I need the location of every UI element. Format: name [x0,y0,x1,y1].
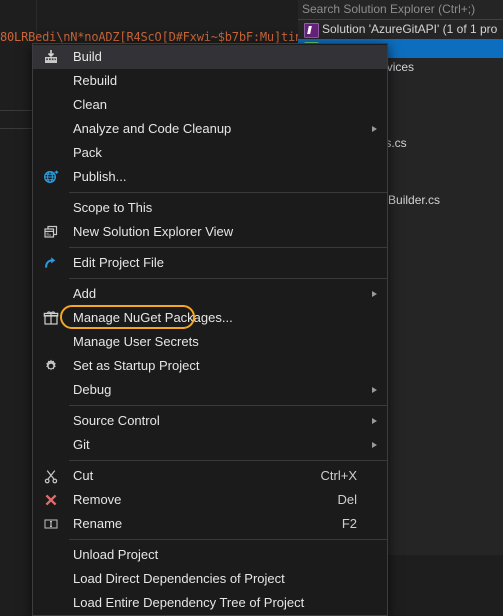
solution-icon [304,23,319,38]
submenu-chevron-right-icon [372,387,377,393]
menu-item-shortcut: Del [337,492,357,507]
menu-item-label: Load Direct Dependencies of Project [73,571,285,586]
menu-item-analyze-and-code-cleanup[interactable]: Analyze and Code Cleanup [33,117,387,141]
menu-item-build[interactable]: Build [33,45,387,69]
gear-icon [43,358,59,374]
menu-item-load-entire-dependency-tree-of-project[interactable]: Load Entire Dependency Tree of Project [33,591,387,615]
submenu-chevron-right-icon [372,442,377,448]
project-context-menu[interactable]: Build Rebuild Clean Analyze and Code Cleanu… [32,43,388,616]
menu-item-cut[interactable]: Cut Ctrl+X [33,464,387,488]
menu-separator [69,405,387,406]
menu-item-label: Manage User Secrets [73,334,199,349]
menu-item-label: Edit Project File [73,255,165,270]
menu-item-source-control[interactable]: Source Control [33,409,387,433]
menu-item-label: Clean [73,97,107,112]
menu-item-pack[interactable]: Pack [33,141,387,165]
menu-item-label: Debug [73,382,112,397]
menu-item-label: Build [73,49,102,64]
rename-icon [43,516,59,532]
solution-explorer-search[interactable]: Search Solution Explorer (Ctrl+;) [298,0,503,20]
editor-gutter-rule [0,128,36,129]
menu-separator [69,539,387,540]
menu-item-clean[interactable]: Clean [33,93,387,117]
menu-item-manage-nuget-packages[interactable]: Manage NuGet Packages... [33,306,387,330]
menu-item-scope-to-this[interactable]: Scope to This [33,196,387,220]
menu-item-label: Remove [73,492,122,507]
menu-item-git[interactable]: Git [33,433,387,457]
editor-gutter-rule [0,110,36,111]
tree-row-label: Solution 'AzureGitAPI' (1 of 1 pro [322,22,498,36]
menu-item-label: New Solution Explorer View [73,224,234,239]
menu-item-label: Unload Project [73,547,159,562]
build-icon [43,49,59,65]
tree-row-solution[interactable]: Solution 'AzureGitAPI' (1 of 1 pro [298,20,503,39]
menu-item-label: Analyze and Code Cleanup [73,121,232,136]
menu-separator [69,278,387,279]
menu-item-shortcut: Ctrl+X [320,468,357,483]
submenu-chevron-right-icon [372,418,377,424]
menu-separator [69,460,387,461]
menu-separator [69,192,387,193]
menu-item-label: Cut [73,468,94,483]
menu-item-remove[interactable]: Remove Del [33,488,387,512]
remove-x-icon [43,492,59,508]
new-window-icon [43,224,59,240]
scissors-icon [43,468,59,484]
nuget-package-icon [43,310,59,326]
menu-item-label: Scope to This [73,200,153,215]
menu-item-publish[interactable]: Publish... [33,165,387,189]
menu-item-label: Source Control [73,413,160,428]
menu-item-label: Manage NuGet Packages... [73,310,233,325]
menu-item-shortcut: F2 [341,516,357,531]
menu-item-label: Load Entire Dependency Tree of Project [73,595,305,610]
edit-project-arrow-icon [43,255,59,271]
menu-item-label: Pack [73,145,102,160]
menu-item-add[interactable]: Add [33,282,387,306]
menu-item-rename[interactable]: Rename F2 [33,512,387,536]
menu-item-label: Set as Startup Project [73,358,200,373]
menu-item-debug[interactable]: Debug [33,378,387,402]
menu-item-label: Rename [73,516,123,531]
menu-item-label: Git [73,437,90,452]
menu-item-load-direct-dependencies-of-project[interactable]: Load Direct Dependencies of Project [33,567,387,591]
menu-item-unload-project[interactable]: Unload Project [33,543,387,567]
publish-globe-icon [43,169,59,185]
menu-item-label: Rebuild [73,73,118,88]
menu-separator [69,247,387,248]
editor-code-line: 80LRBedi\nN*noADZ[R4ScO[D#Fxwi~$b7bF:Mu]… [0,30,310,44]
menu-item-label: Publish... [73,169,127,184]
menu-item-new-solution-explorer-view[interactable]: New Solution Explorer View [33,220,387,244]
menu-item-label: Add [73,286,97,301]
menu-item-set-as-startup-project[interactable]: Set as Startup Project [33,354,387,378]
submenu-chevron-right-icon [372,126,377,132]
menu-item-rebuild[interactable]: Rebuild [33,69,387,93]
submenu-chevron-right-icon [372,291,377,297]
menu-item-edit-project-file[interactable]: Edit Project File [33,251,387,275]
menu-item-manage-user-secrets[interactable]: Manage User Secrets [33,330,387,354]
